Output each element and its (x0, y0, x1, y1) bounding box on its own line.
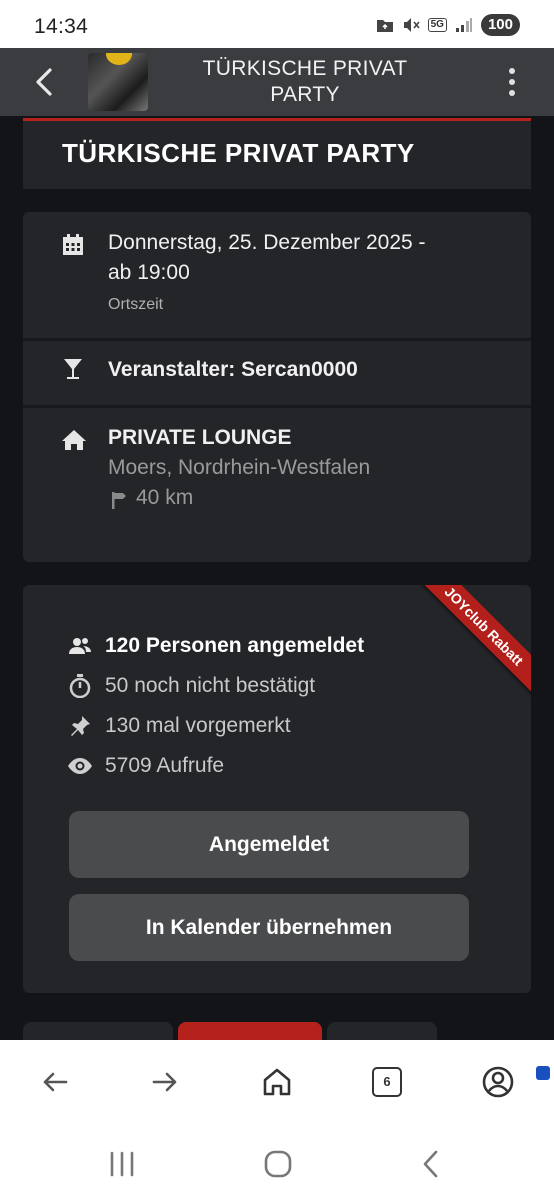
notification-badge-icon (536, 1066, 550, 1080)
venue-row: PRIVATE LOUNGE Moers, Nordrhein-Westfale… (23, 408, 531, 562)
browser-back-icon[interactable] (38, 1065, 72, 1099)
status-bar: 14:34 5G 100 (0, 0, 554, 48)
system-navigation-bar (0, 1128, 554, 1200)
discount-ribbon: JOYclub Rabatt (400, 585, 531, 710)
header-title: TÜRKISCHE PRIVAT PARTY (202, 57, 408, 106)
event-title-card: TÜRKISCHE PRIVAT PARTY (23, 121, 531, 189)
browser-toolbar: 6 (0, 1040, 554, 1128)
stat-views: 5709 Aufrufe (67, 751, 224, 781)
browser-forward-icon[interactable] (148, 1065, 182, 1099)
network-type-badge: 5G (427, 18, 447, 32)
tab-peek-right[interactable] (327, 1022, 437, 1042)
notification-upload-icon (376, 20, 393, 32)
battery-indicator: 100 (480, 14, 520, 36)
stat-text: 5709 Aufrufe (105, 754, 225, 777)
venue-location: Moers, Nordrhein-Westfalen (108, 456, 371, 479)
timezone-note: Ortszeit (108, 296, 164, 313)
stat-text: 120 Personen angemeldet (105, 634, 365, 657)
stopwatch-icon (69, 674, 91, 698)
organizer-row[interactable]: Veranstalter: Sercan0000 (23, 341, 531, 405)
event-info-card: Donnerstag, 25. Dezember 2025 - ab 19:00… (23, 212, 531, 562)
home-icon (62, 430, 86, 450)
distance-signpost-icon (112, 492, 126, 509)
browser-home-icon[interactable] (260, 1065, 294, 1099)
back-arrow-icon[interactable] (30, 64, 60, 100)
event-thumbnail[interactable] (88, 53, 148, 111)
add-to-calendar-button[interactable]: In Kalender übernehmen (69, 894, 469, 961)
pin-icon (71, 716, 90, 736)
cocktail-icon (64, 359, 82, 379)
event-date-line2: ab 19:00 (108, 261, 190, 284)
tab-peek-left[interactable] (23, 1022, 173, 1042)
venue-name[interactable]: PRIVATE LOUNGE (108, 423, 292, 453)
registered-button[interactable]: Angemeldet (69, 811, 469, 878)
stat-bookmarked: 130 mal vorgemerkt (67, 711, 291, 741)
signal-icon (455, 18, 472, 32)
stat-unconfirmed: 50 noch nicht bestätigt (67, 671, 315, 701)
recent-apps-icon[interactable] (106, 1148, 138, 1180)
stat-text: 50 noch nicht bestätigt (105, 674, 316, 697)
event-title: TÜRKISCHE PRIVAT PARTY (62, 138, 415, 168)
organizer[interactable]: Veranstalter: Sercan0000 (108, 355, 358, 385)
clock: 14:34 (34, 15, 89, 38)
stat-registered: 120 Personen angemeldet (67, 631, 364, 661)
event-date-line1: Donnerstag, 25. Dezember 2025 - (108, 231, 426, 254)
tab-peek-active[interactable] (178, 1022, 322, 1042)
people-icon (69, 638, 91, 654)
distance: 40 km (136, 486, 194, 509)
eye-icon (68, 758, 92, 774)
tab-count-button[interactable]: 6 (372, 1067, 402, 1097)
app-header: TÜRKISCHE PRIVAT PARTY (0, 48, 554, 116)
calendar-icon (63, 234, 83, 255)
account-icon[interactable] (481, 1065, 515, 1099)
mute-icon (403, 18, 420, 32)
system-back-icon[interactable] (416, 1148, 448, 1180)
system-home-icon[interactable] (262, 1148, 294, 1180)
more-options-icon[interactable] (506, 66, 518, 98)
event-stats-card: JOYclub Rabatt 120 Personen angemeldet 5… (23, 585, 531, 993)
date-row: Donnerstag, 25. Dezember 2025 - ab 19:00… (23, 212, 531, 338)
status-icons: 5G 100 (376, 13, 520, 37)
thumbnail-emoji-overlay (106, 53, 132, 65)
stat-text: 130 mal vorgemerkt (105, 714, 291, 737)
